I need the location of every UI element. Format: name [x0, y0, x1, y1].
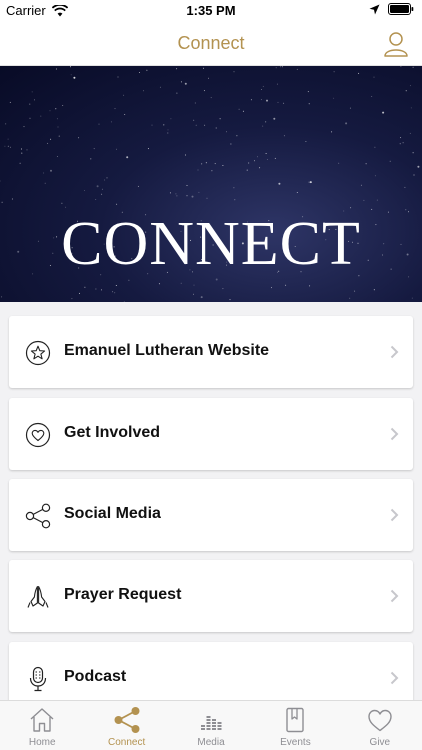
list-item-label: Get Involved — [64, 424, 161, 441]
chevron-right-icon — [390, 427, 399, 441]
navigation-bar: Connect — [0, 22, 422, 66]
tab-give[interactable]: Give — [338, 701, 422, 750]
tab-events[interactable]: Events — [253, 701, 337, 750]
bookmark-book-icon — [286, 707, 305, 733]
hero-title: CONNECT — [61, 210, 361, 278]
list-item-social-media[interactable]: Social Media — [9, 479, 413, 551]
share-icon — [114, 707, 140, 733]
profile-icon[interactable] — [382, 30, 410, 58]
tab-label: Media — [197, 737, 225, 748]
tab-label: Connect — [107, 737, 146, 748]
chevron-right-icon — [390, 345, 399, 359]
tab-label: Home — [28, 737, 56, 748]
tab-connect[interactable]: Connect — [84, 701, 168, 750]
heart-icon — [25, 422, 51, 448]
list-item-label: Prayer Request — [64, 586, 182, 603]
battery-icon — [388, 3, 414, 15]
tab-label: Events — [280, 737, 311, 748]
tab-media[interactable]: Media — [169, 701, 253, 750]
list-item-label: Social Media — [64, 505, 161, 522]
hero-banner: CONNECT — [0, 66, 422, 302]
praying-hands-icon — [27, 585, 49, 608]
list-item-prayer-request[interactable]: Prayer Request — [9, 560, 413, 632]
microphone-icon — [29, 666, 47, 692]
status-time: 1:35 PM — [186, 3, 236, 18]
chevron-right-icon — [390, 508, 399, 522]
home-icon — [30, 708, 54, 732]
tab-home[interactable]: Home — [0, 701, 84, 750]
connect-list: Emanuel Lutheran Website Get Involved So… — [0, 302, 422, 700]
list-item-get-involved[interactable]: Get Involved — [9, 398, 413, 470]
chevron-right-icon — [390, 589, 399, 603]
star-icon — [25, 340, 51, 366]
equalizer-icon — [201, 716, 222, 730]
list-item-emanuel-lutheran-website[interactable]: Emanuel Lutheran Website — [9, 316, 413, 388]
page-title: Connect — [177, 33, 245, 53]
tab-label: Give — [369, 737, 391, 748]
list-item-podcast[interactable]: Podcast — [9, 642, 413, 700]
list-item-label: Podcast — [64, 668, 127, 685]
location-arrow-icon — [369, 4, 380, 14]
list-item-label: Emanuel Lutheran Website — [64, 342, 270, 359]
chevron-right-icon — [390, 671, 399, 685]
tab-bar: Home Connect Media Events Give — [0, 700, 422, 750]
share-icon — [25, 503, 51, 529]
status-bar: Carrier 1:35 PM — [0, 0, 422, 22]
heart-icon — [368, 709, 392, 732]
